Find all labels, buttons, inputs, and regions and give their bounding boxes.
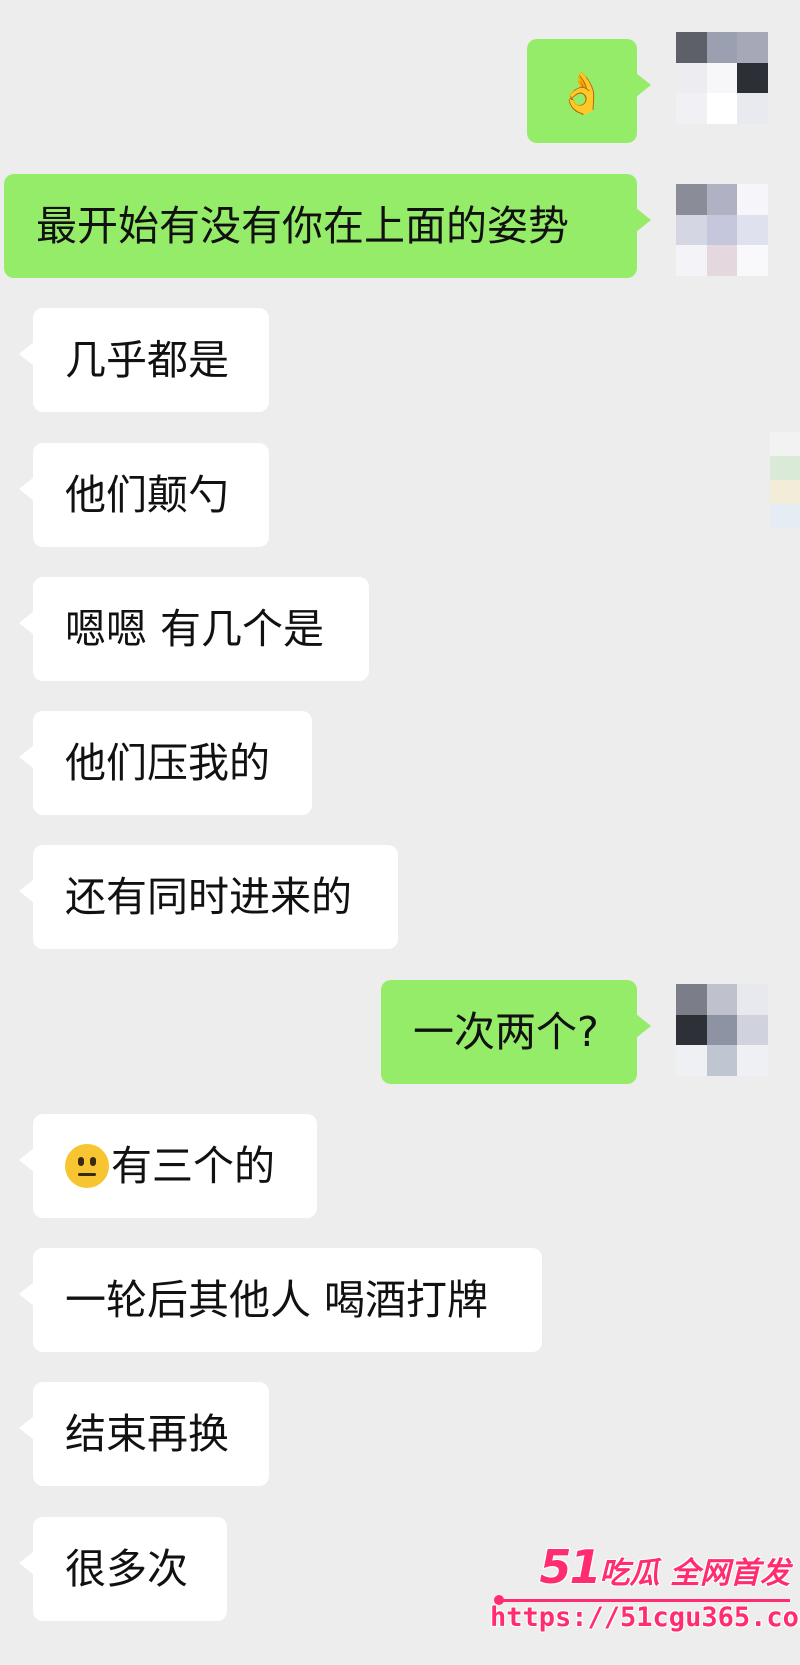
- message-text: 最开始有没有你在上面的姿势: [36, 202, 569, 250]
- message-sent-emoji[interactable]: 👌: [527, 39, 651, 143]
- message-text: 结束再换: [65, 1410, 229, 1458]
- message-sent[interactable]: 一次两个?: [381, 980, 651, 1084]
- watermark: 51吃瓜 全网首发 https://51cgu365.com: [490, 1544, 800, 1657]
- watermark-logo: 51吃瓜 全网首发: [490, 1544, 790, 1594]
- watermark-url: https://51cgu365.com: [490, 1602, 800, 1633]
- chat-view[interactable]: 👌 最开始有没有你在上面的姿势 几乎都是 他们颠勺 嗯嗯 有几个是 他们压我的 …: [0, 0, 800, 1665]
- message-received[interactable]: 很多次: [19, 1517, 227, 1621]
- message-received[interactable]: 还有同时进来的: [19, 845, 398, 949]
- avatar-self[interactable]: [676, 184, 768, 276]
- message-text: 他们颠勺: [65, 471, 229, 519]
- neutral-face-icon: [65, 1144, 109, 1188]
- message-received[interactable]: 一轮后其他人 喝酒打牌: [19, 1248, 542, 1352]
- message-received[interactable]: 他们压我的: [19, 711, 312, 815]
- message-received[interactable]: 结束再换: [19, 1382, 269, 1486]
- message-received[interactable]: 有三个的: [19, 1114, 317, 1218]
- watermark-divider: [494, 1595, 790, 1605]
- message-text: 一轮后其他人 喝酒打牌: [65, 1276, 489, 1324]
- message-text: 他们压我的: [65, 739, 270, 787]
- avatar-self[interactable]: [676, 32, 768, 124]
- message-text: 几乎都是: [65, 336, 229, 384]
- ok-hand-icon: 👌: [557, 71, 607, 117]
- message-text: 还有同时进来的: [65, 873, 352, 921]
- watermark-logo-number: 51: [539, 1540, 602, 1594]
- message-text: 一次两个?: [413, 1008, 599, 1056]
- pixelated-avatar-fragment: [770, 432, 800, 528]
- message-text: 有三个的: [111, 1142, 275, 1190]
- message-text: 嗯嗯 有几个是: [65, 605, 325, 653]
- message-text: 很多次: [65, 1545, 188, 1593]
- message-received[interactable]: 他们颠勺: [19, 443, 269, 547]
- message-sent[interactable]: 最开始有没有你在上面的姿势: [4, 174, 651, 278]
- message-received[interactable]: 嗯嗯 有几个是: [19, 577, 369, 681]
- watermark-logo-text: 吃瓜 全网首发: [599, 1556, 790, 1591]
- message-received[interactable]: 几乎都是: [19, 308, 269, 412]
- avatar-self[interactable]: [676, 984, 768, 1076]
